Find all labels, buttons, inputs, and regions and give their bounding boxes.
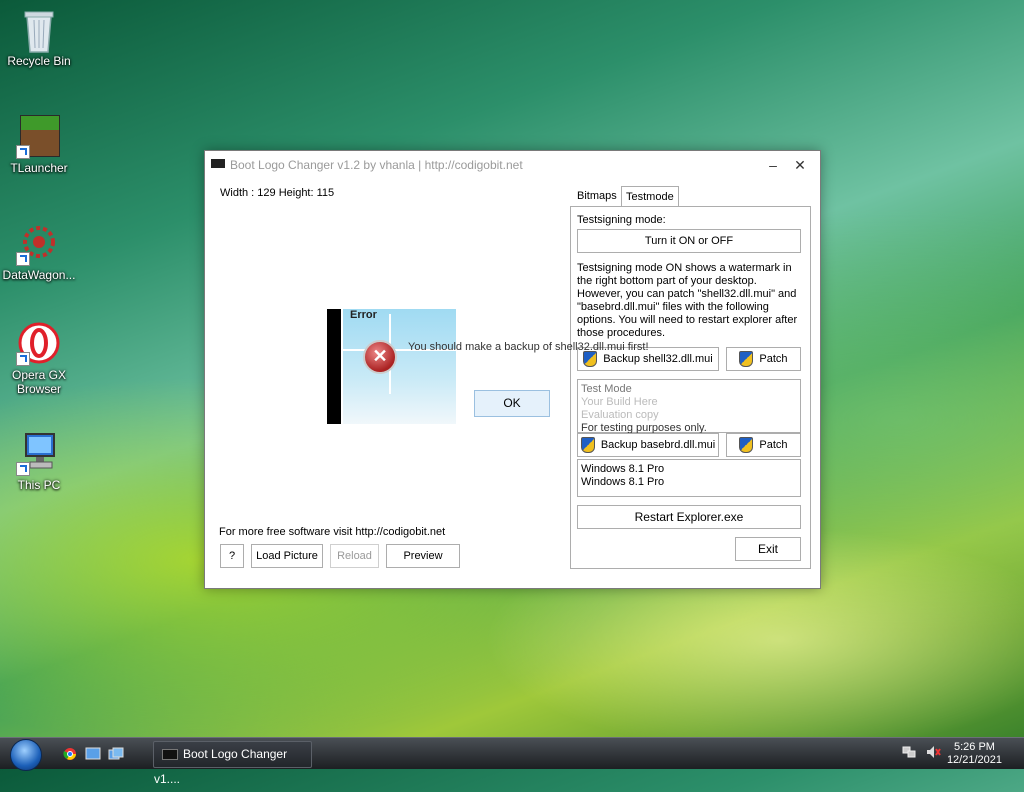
switch-windows-icon[interactable] [108,747,124,761]
network-icon[interactable] [902,745,916,762]
desktop-icon-tlauncher[interactable]: TLauncher [0,115,78,175]
tab-bitmaps[interactable]: Bitmaps [573,186,621,206]
opera-gx-icon [16,322,60,366]
error-title: Error [350,309,377,321]
watermark-line: Your Build Here [581,396,658,408]
patch-label: Patch [759,438,788,451]
recycle-bin-icon [18,8,60,53]
uac-shield-icon [739,437,754,453]
desktop-icon-datawagon[interactable]: DataWagon... [0,222,78,282]
patch-label: Patch [759,352,788,365]
desktop-icon-label: Recycle Bin [7,54,71,68]
reload-button[interactable]: Reload [330,544,379,568]
uac-shield-icon [583,351,598,367]
uac-shield-icon [739,351,754,367]
restart-explorer-button[interactable]: Restart Explorer.exe [577,505,801,529]
volume-muted-icon[interactable] [925,745,941,762]
datawagon-icon [16,222,60,266]
error-icon: ✕ [363,340,397,374]
desktop-icon-label: TLauncher [10,161,68,175]
error-message: You should make a backup of shell32.dll.… [408,341,649,353]
clock-date: 12/21/2021 [946,754,1002,766]
ok-button[interactable]: OK [474,390,550,417]
backup-basebrd-button[interactable]: Backup basebrd.dll.mui [577,433,719,457]
windows-logo-icon [10,739,42,771]
desktop-icon-opera-gx[interactable]: Opera GX Browser [0,322,78,396]
footer-text: For more free software visit http://codi… [219,526,446,538]
dialog-preview-area [343,309,456,424]
chrome-icon[interactable] [63,747,79,761]
system-clock[interactable]: 5:26 PM 12/21/2021 [947,741,1002,767]
watermark-line: Test Mode [581,383,632,395]
shortcut-arrow-icon [16,145,30,159]
patch-basebrd-button[interactable]: Patch [726,433,801,457]
testsigning-heading: Testsigning mode: [577,214,666,226]
desktop-icon-label: This PC [17,478,61,492]
desktop-icon-recycle-bin[interactable]: Recycle Bin [0,8,78,68]
window-titlebar[interactable]: Boot Logo Changer v1.2 by vhanla | http:… [205,151,820,179]
uac-shield-icon [580,437,595,453]
dialog-edge [327,309,341,424]
shortcut-arrow-icon [16,252,30,266]
app-icon [211,159,225,168]
preview-button[interactable]: Preview [386,544,460,568]
desktop-icon-this-pc[interactable]: This PC [0,432,78,492]
watermark-line: Evaluation copy [581,409,659,421]
computer-icon [16,432,60,476]
minecraft-block-icon [16,115,60,159]
backup-shell32-label: Backup shell32.dll.mui [603,352,713,365]
toggle-testsigning-button[interactable]: Turn it ON or OFF [577,229,801,253]
edition-line: Windows 8.1 Pro [581,476,665,488]
shortcut-arrow-icon [16,462,30,476]
window-title: Boot Logo Changer v1.2 by vhanla | http:… [230,158,523,172]
backup-basebrd-label: Backup basebrd.dll.mui [600,438,716,451]
minimize-button[interactable]: – [760,155,786,175]
boot-logo-changer-window: Boot Logo Changer v1.2 by vhanla | http:… [204,150,821,589]
edition-line: Windows 8.1 Pro [581,463,665,475]
close-button[interactable]: ✕ [787,155,813,175]
image-dimensions: Width : 129 Height: 115 [220,187,335,199]
desktop-icon-label: DataWagon... [2,268,76,282]
start-button[interactable] [6,738,48,771]
load-picture-button[interactable]: Load Picture [251,544,323,568]
watermark-text-field[interactable]: Test Mode Your Build Here Evaluation cop… [577,379,801,434]
clock-time: 5:26 PM [953,741,995,753]
testmode-description: Testsigning mode ON shows a watermark in… [577,262,798,339]
exit-button[interactable]: Exit [735,537,801,561]
tab-testmode[interactable]: Testmode [621,186,679,208]
edition-text-field[interactable]: Windows 8.1 Pro Windows 8.1 Pro [577,459,801,497]
taskbar: Boot Logo Changer v1.... 5:26 PM 12/21/2… [0,737,1024,786]
shortcut-arrow-icon [16,352,30,366]
testmode-panel: Testsigning mode: Turn it ON or OFF Test… [570,206,811,569]
help-button[interactable]: ? [220,544,244,568]
taskbar-item-boot-logo-changer[interactable]: Boot Logo Changer v1.... [153,741,312,786]
error-dialog: Error ✕ [327,309,457,424]
show-desktop-icon[interactable] [85,747,101,761]
app-icon [162,749,178,761]
patch-shell32-button[interactable]: Patch [726,347,801,371]
desktop-icon-label: Opera GX Browser [11,368,67,396]
